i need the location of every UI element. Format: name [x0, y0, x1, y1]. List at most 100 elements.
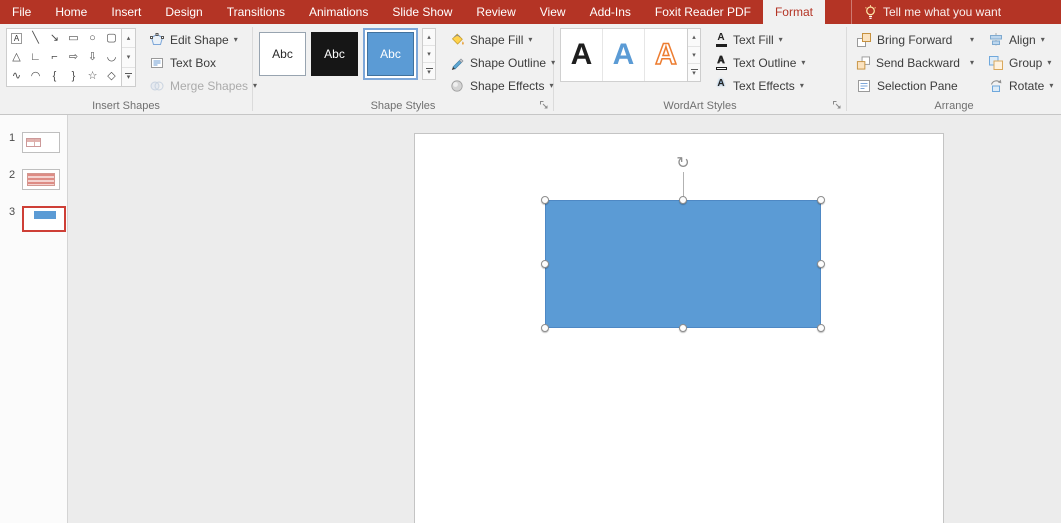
- tab-transitions[interactable]: Transitions: [215, 0, 297, 24]
- shape-outline-label: Shape Outline: [470, 55, 547, 70]
- slide-1-number: 1: [9, 132, 16, 144]
- tab-foxit-reader-pdf[interactable]: Foxit Reader PDF: [643, 0, 763, 24]
- selection-pane-icon: [858, 79, 870, 92]
- slide-2-thumbnail[interactable]: [22, 169, 60, 190]
- send-backward-button[interactable]: Send Backward ▾: [853, 51, 977, 74]
- dropdown-arrow-icon[interactable]: ▾: [970, 58, 974, 67]
- shape-cell-arrow-right[interactable]: ⇨: [64, 48, 83, 67]
- wordart-style-preview-1[interactable]: A: [561, 29, 603, 81]
- align-button[interactable]: Align ▾: [985, 28, 1056, 51]
- resize-handle-bottom-middle[interactable]: [679, 324, 687, 332]
- resize-handle-top-middle[interactable]: [679, 196, 687, 204]
- resize-handle-bottom-right[interactable]: [817, 324, 825, 332]
- edit-shape-icon: [150, 32, 164, 45]
- tab-slide-show[interactable]: Slide Show: [380, 0, 464, 24]
- dropdown-arrow-icon[interactable]: ▾: [970, 35, 974, 44]
- shape-cell-elbow-connector[interactable]: ⌐: [45, 48, 64, 67]
- resize-handle-middle-right[interactable]: [817, 260, 825, 268]
- wordart-style-preview-3[interactable]: A: [645, 29, 687, 81]
- shape-cell-arrow-down[interactable]: ⇩: [83, 48, 102, 67]
- tab-design[interactable]: Design: [153, 0, 214, 24]
- shape-cell-triangle[interactable]: △: [7, 48, 26, 67]
- tab-format[interactable]: Format: [762, 0, 825, 24]
- shape-cell-right-angle[interactable]: ∟: [26, 48, 45, 67]
- group-arrange: Bring Forward ▾ Send Backward ▾ Selectio…: [847, 24, 1061, 114]
- lightbulb-icon: [865, 4, 876, 19]
- scroll-up-icon[interactable]: ▴: [122, 29, 135, 49]
- resize-handle-bottom-left[interactable]: [541, 324, 549, 332]
- shape-styles-dialog-launcher[interactable]: [538, 99, 550, 111]
- shape-effects-button[interactable]: Shape Effects ▾: [444, 74, 560, 97]
- selection-pane-button[interactable]: Selection Pane: [853, 74, 977, 97]
- shape-style-preview-2[interactable]: Abc: [311, 32, 358, 76]
- align-label: Align: [1009, 32, 1036, 47]
- resize-handle-top-left[interactable]: [541, 196, 549, 204]
- rotate-button[interactable]: Rotate ▾: [985, 74, 1056, 97]
- scroll-down-icon[interactable]: ▾: [122, 48, 135, 68]
- group-label-insert-shapes: Insert Shapes: [92, 100, 160, 112]
- shape-cell-arrow[interactable]: ↘: [45, 29, 64, 48]
- wordart-styles-dialog-launcher[interactable]: [831, 99, 843, 111]
- tab-file[interactable]: File: [0, 0, 43, 24]
- dropdown-arrow-icon: ▾: [528, 35, 533, 44]
- shape-cell-arc[interactable]: ◠: [26, 67, 45, 86]
- shape-fill-button[interactable]: Shape Fill ▾: [444, 28, 560, 51]
- bring-forward-button[interactable]: Bring Forward ▾: [853, 28, 977, 51]
- text-fill-button[interactable]: A Text Fill ▾: [709, 28, 810, 51]
- shape-outline-button[interactable]: Shape Outline ▾: [444, 51, 560, 74]
- tab-animations[interactable]: Animations: [297, 0, 380, 24]
- text-outline-button[interactable]: A Text Outline ▾: [709, 51, 810, 74]
- tab-home[interactable]: Home: [43, 0, 99, 24]
- rotation-handle-icon[interactable]: ↻: [674, 155, 692, 173]
- tell-me-box[interactable]: Tell me what you want: [850, 0, 1001, 24]
- resize-handle-middle-left[interactable]: [541, 260, 549, 268]
- shape-cell-text-box[interactable]: A: [7, 29, 26, 48]
- shape-cell-star[interactable]: ☆: [83, 67, 102, 86]
- shape-cell-arc-down[interactable]: ◡: [102, 48, 121, 67]
- shape-cell-diamond[interactable]: ◇: [102, 67, 121, 86]
- tab-review[interactable]: Review: [464, 0, 527, 24]
- scroll-down-icon[interactable]: ▾: [423, 46, 435, 63]
- group-label-wordart-styles: WordArt Styles: [663, 100, 737, 112]
- dropdown-arrow-icon: ▾: [801, 58, 806, 67]
- scroll-down-icon[interactable]: ▾: [688, 47, 700, 65]
- shape-cell-right-brace[interactable]: }: [64, 67, 83, 86]
- text-box-button[interactable]: Text Box: [144, 51, 262, 74]
- slide-1-thumbnail[interactable]: [22, 132, 60, 153]
- tab-insert[interactable]: Insert: [99, 0, 153, 24]
- shape-cell-rectangle[interactable]: ▭: [64, 29, 83, 48]
- scroll-up-icon[interactable]: ▴: [423, 29, 435, 46]
- resize-handle-top-right[interactable]: [817, 196, 825, 204]
- merge-shapes-button[interactable]: Merge Shapes ▾: [144, 74, 262, 97]
- wordart-style-preview-2[interactable]: A: [603, 29, 645, 81]
- slide-3-content-blue-rectangle: [34, 211, 56, 219]
- scroll-up-icon[interactable]: ▴: [688, 29, 700, 47]
- shape-effects-label: Shape Effects: [470, 78, 545, 93]
- shape-style-preview-3[interactable]: Abc: [367, 32, 414, 76]
- gallery-more-icon[interactable]: ▾: [122, 68, 135, 86]
- group-button[interactable]: Group ▾: [985, 51, 1056, 74]
- dropdown-arrow-icon: ▾: [1040, 35, 1045, 44]
- shape-cell-left-brace[interactable]: {: [45, 67, 64, 86]
- selected-shape[interactable]: ↻: [541, 156, 825, 332]
- shape-cell-line[interactable]: ╲: [26, 29, 45, 48]
- edit-shape-button[interactable]: Edit Shape ▾: [144, 28, 262, 51]
- tab-add-ins[interactable]: Add-Ins: [578, 0, 643, 24]
- text-effects-button[interactable]: A Text Effects ▾: [709, 74, 810, 97]
- shape-style-preview-3-selected[interactable]: Abc: [363, 28, 418, 80]
- slide-2-number: 2: [9, 169, 16, 181]
- gallery-more-icon[interactable]: ▾: [423, 63, 435, 79]
- shape-cell-curve[interactable]: ∿: [7, 67, 26, 86]
- slide-canvas[interactable]: ↻: [414, 133, 944, 523]
- tab-view[interactable]: View: [528, 0, 578, 24]
- merge-shapes-label: Merge Shapes: [170, 78, 249, 93]
- shape-gallery-grid: A ╲ ↘ ▭ ○ ▢ △ ∟ ⌐ ⇨ ⇩ ◡ ∿ ◠ { } ☆ ◇: [7, 29, 121, 86]
- editing-canvas[interactable]: ↻: [68, 115, 1061, 523]
- shape-cell-rounded-rectangle[interactable]: ▢: [102, 29, 121, 48]
- shape-style-preview-1[interactable]: Abc: [259, 32, 306, 76]
- slide-3-thumbnail-selected[interactable]: [22, 206, 66, 232]
- shape-cell-oval[interactable]: ○: [83, 29, 102, 48]
- slide-3-number: 3: [9, 206, 16, 218]
- blue-rectangle-shape[interactable]: [545, 200, 821, 328]
- gallery-more-icon[interactable]: ▾: [688, 64, 700, 81]
